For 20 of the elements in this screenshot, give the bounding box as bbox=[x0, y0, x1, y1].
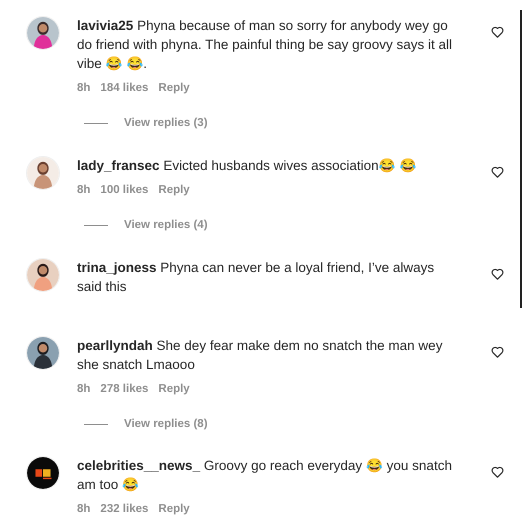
comment-text: lavivia25 Phyna because of man so sorry for anybody wey go do friend with phyna. The painful thing be say groovy says it all vibe 😂 😂. bbox=[77, 17, 453, 73]
reply-link[interactable]: Reply bbox=[158, 501, 190, 517]
comment-time: 8h bbox=[77, 502, 90, 517]
reply-link[interactable]: Reply bbox=[158, 80, 190, 96]
comment-time: 8h bbox=[77, 382, 90, 397]
like-count[interactable]: 100 likes bbox=[100, 182, 148, 198]
view-replies-button[interactable]: View replies (3) bbox=[124, 115, 208, 131]
comment-time: 8h bbox=[77, 81, 90, 96]
like-count[interactable]: 232 likes bbox=[100, 501, 148, 517]
comment-text: lady_fransec Evicted husbands wives association😂 😂 bbox=[77, 157, 418, 175]
comment-text: celebrities__news_ Groovy go reach everyday 😂 you snatch am too 😂 bbox=[77, 457, 453, 494]
view-replies-button[interactable]: View replies (4) bbox=[124, 217, 208, 233]
comment-text: trina_joness Phyna can never be a loyal friend, I’ve always said this bbox=[77, 259, 436, 296]
comment-text: pearllyndah She dey fear make dem no snatch the man wey she snatch Lmaooo bbox=[77, 337, 444, 374]
comment-time: 8h bbox=[77, 183, 90, 198]
view-replies-button[interactable]: View replies (8) bbox=[124, 416, 208, 432]
reply-link[interactable]: Reply bbox=[158, 381, 190, 397]
like-count[interactable]: 278 likes bbox=[100, 381, 148, 397]
reply-link[interactable]: Reply bbox=[158, 182, 190, 198]
like-count[interactable]: 184 likes bbox=[100, 80, 148, 96]
